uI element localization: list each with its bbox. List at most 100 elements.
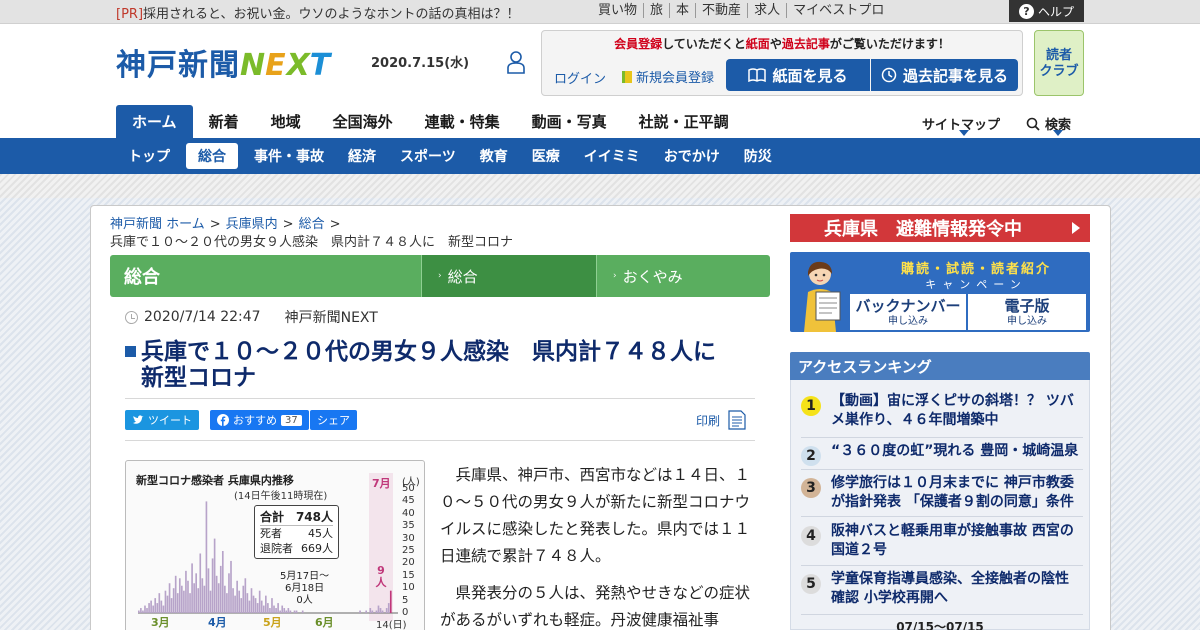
breadcrumb-home[interactable]: 神戸新聞 ホーム: [110, 217, 205, 232]
subnav-sports[interactable]: スポーツ: [388, 143, 468, 169]
chart-bar: [236, 580, 238, 613]
past-articles-button[interactable]: 過去記事を見る: [871, 59, 1018, 91]
month-label-6: 6月: [315, 616, 334, 629]
summary-recovered-row: 退院者 669人: [260, 541, 333, 556]
toplink-hon[interactable]: 本: [669, 3, 695, 18]
facebook-recommend-label: おすすめ: [233, 414, 277, 427]
toplink-tabi[interactable]: 旅: [643, 3, 669, 18]
section-tab-okuyami[interactable]: › おくやみ: [596, 255, 770, 297]
chart-bar: [203, 585, 206, 613]
chart-bar: [377, 605, 380, 613]
subnav-odekake[interactable]: おでかけ: [652, 143, 732, 169]
chart-bar: [240, 598, 243, 613]
share-button[interactable]: シェア: [310, 410, 357, 430]
subnav-bosai[interactable]: 防災: [732, 143, 784, 169]
banner-title: 購読・試読・読者紹介: [900, 262, 1051, 277]
subnav-sogo[interactable]: 総合: [186, 143, 238, 169]
login-link[interactable]: ログイン: [554, 68, 606, 87]
chart-bar: [283, 608, 286, 613]
chart-bar: [250, 588, 253, 613]
y-tick-label: 25: [402, 545, 415, 556]
book-icon: [748, 68, 767, 82]
chart-bar: [164, 590, 167, 613]
chart-bar: [359, 610, 361, 613]
new-member-link[interactable]: 新規会員登録: [622, 67, 714, 86]
subscription-banner[interactable]: 購読・試読・読者紹介 キャンペーン バックナンバー 申し込み 電子版 申し込み: [790, 252, 1090, 332]
subnav-kyoiku[interactable]: 教育: [468, 143, 520, 169]
view-paper-label: 紙面を見る: [772, 66, 848, 85]
article-headline-text: 兵庫で１０～２０代の男女９人感染 県内計７４８人に 新型コロナ: [141, 339, 739, 391]
chart-bar: [189, 593, 191, 613]
toplink-kyujin[interactable]: 求人: [747, 3, 786, 18]
msg-mid1: していただくと: [662, 37, 746, 51]
tweet-button[interactable]: ツイート: [125, 410, 199, 430]
toplink-kaimono[interactable]: 買い物: [590, 3, 643, 18]
nav-video[interactable]: 動画・写真: [516, 105, 623, 138]
new-member-label: 新規会員登録: [636, 71, 715, 86]
covid-chart[interactable]: 7月 新型コロナ感染者 兵庫県内推移 (14日午後11時現在) 合計 748人 死…: [125, 460, 425, 630]
facebook-recommend-button[interactable]: おすすめ 37: [210, 410, 309, 430]
divider: [125, 398, 755, 399]
chart-bar: [277, 603, 279, 613]
rank-badge: 3: [801, 478, 821, 498]
evacuation-banner[interactable]: 兵庫県 避難情報発令中: [790, 214, 1090, 242]
chart-bar: [215, 575, 218, 613]
reader-club-l2: クラブ: [1039, 64, 1079, 79]
breadcrumb-sogo[interactable]: 総合: [299, 217, 325, 232]
chart-bar: [301, 610, 304, 613]
toplink-fudosan[interactable]: 不動産: [695, 3, 747, 18]
chart-bar: [371, 610, 374, 613]
article-paragraph-1: 兵庫県、神戸市、西宮市などは１４日、１０～５０代の男女９人が新たに新型コロナウイ…: [440, 466, 751, 565]
toplink-mybestpro[interactable]: マイベストプロ: [786, 3, 890, 18]
chart-bar: [205, 501, 208, 613]
chart-bar: [389, 590, 392, 613]
msg-end: がご覧いただけます！: [829, 37, 950, 51]
nav-editorial[interactable]: 社説・正平調: [623, 105, 745, 138]
chart-bar: [375, 610, 378, 613]
chart-bar: [246, 593, 249, 613]
subnav-iimimi[interactable]: イイミミ: [572, 143, 652, 169]
view-paper-button[interactable]: 紙面を見る: [726, 59, 870, 91]
article-datetime: 2020/7/14 22:47: [144, 309, 261, 325]
chart-bar: [244, 578, 247, 613]
summary-recovered-label: 退院者: [260, 542, 293, 555]
rank-badge: 5: [801, 574, 821, 594]
nav-home[interactable]: ホーム: [116, 105, 193, 138]
nav-series[interactable]: 連載・特集: [409, 105, 516, 138]
nav-new[interactable]: 新着: [193, 105, 255, 138]
site-logo[interactable]: 神戸新聞NEXT: [116, 40, 331, 84]
digital-edition-sub: 申し込み: [1007, 316, 1047, 327]
section-tab-sogo[interactable]: › 総合: [421, 255, 596, 297]
breadcrumb-hyogo[interactable]: 兵庫県内: [226, 217, 278, 232]
help-button[interactable]: ? ヘルプ: [1009, 0, 1084, 22]
logo-e: E: [265, 48, 287, 83]
nav-national[interactable]: 全国海外: [317, 105, 409, 138]
nav-local[interactable]: 地域: [255, 105, 317, 138]
last-day-label: 14(日): [376, 620, 407, 630]
print-button[interactable]: 印刷: [696, 410, 747, 430]
chart-bar: [148, 603, 150, 613]
facebook-count: 37: [281, 414, 302, 426]
user-icon[interactable]: [507, 50, 525, 74]
pr-link[interactable]: [PR]採用されると、お祝い金。ウソのようなホントの話の真相は？！: [116, 3, 520, 22]
y-tick-label: 40: [402, 507, 415, 519]
chart-bar: [265, 595, 267, 613]
chart-bar: [260, 600, 263, 613]
back-number-button[interactable]: バックナンバー 申し込み: [850, 294, 966, 330]
subnav-iryo[interactable]: 医療: [520, 143, 572, 169]
y-tick-label: 15: [402, 569, 415, 581]
subnav-top[interactable]: トップ: [116, 143, 182, 169]
reader-club-button[interactable]: 読者 クラブ: [1034, 30, 1084, 96]
y-tick-label: 35: [402, 520, 415, 532]
chart-bar: [285, 610, 288, 613]
main-nav: ホーム 新着 地域 全国海外 連載・特集 動画・写真 社説・正平調: [116, 105, 745, 138]
help-icon: ?: [1018, 3, 1034, 19]
search-link[interactable]: 検索: [1026, 114, 1071, 133]
chart-bar: [160, 600, 163, 613]
digital-edition-button[interactable]: 電子版 申し込み: [968, 294, 1086, 330]
chart-bar: [256, 603, 259, 613]
subnav-keizai[interactable]: 経済: [336, 143, 388, 169]
chart-bar: [385, 608, 388, 613]
chart-bar: [230, 560, 232, 613]
subnav-jiken[interactable]: 事件・事故: [242, 143, 336, 169]
